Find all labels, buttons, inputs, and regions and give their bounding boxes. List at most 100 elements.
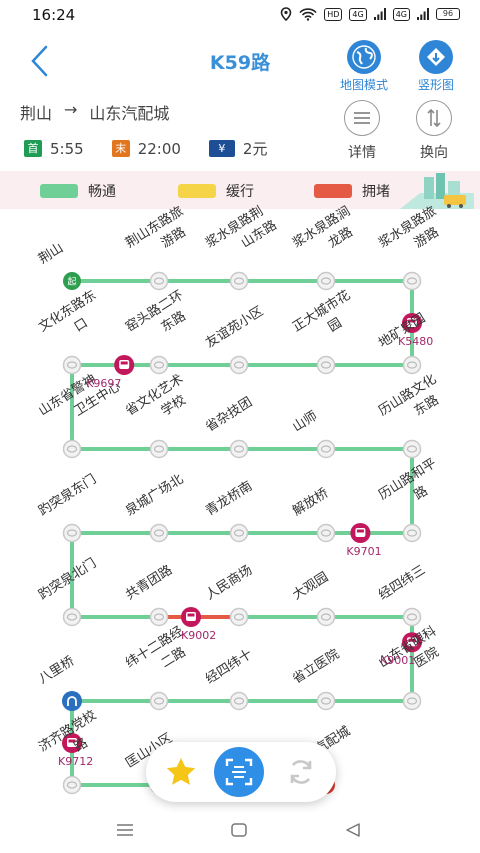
station-node[interactable] xyxy=(316,439,336,459)
station-dot-icon xyxy=(229,607,249,627)
reverse-label: 换向 xyxy=(420,145,448,161)
station-node[interactable] xyxy=(62,355,82,375)
station-node[interactable] xyxy=(149,523,169,543)
scan-icon xyxy=(225,758,253,786)
refresh-button[interactable] xyxy=(276,747,326,797)
station-dot-icon xyxy=(229,271,249,291)
bus-plate-label: K9701 xyxy=(346,545,382,558)
nav-back-button[interactable] xyxy=(344,822,362,842)
home-button[interactable] xyxy=(230,822,248,842)
station-node[interactable] xyxy=(402,523,422,543)
station-node[interactable] xyxy=(149,355,169,375)
station-dot-icon xyxy=(316,523,336,543)
back-button[interactable] xyxy=(28,44,56,78)
station-node[interactable] xyxy=(402,691,422,711)
station-dot-icon xyxy=(229,523,249,543)
bus-route-screen: 16:24 HD 4G 4G 96 K59路 地图模式 竖形图 荆山 → 山东汽… xyxy=(0,0,480,853)
legend-item-smooth: 畅通 xyxy=(40,181,116,201)
station-node[interactable] xyxy=(149,439,169,459)
signal-icon xyxy=(373,8,386,20)
floating-action-bar xyxy=(146,742,336,802)
station-dot-icon xyxy=(62,775,82,795)
reverse-direction-button[interactable]: 换向 xyxy=(408,100,460,162)
station-node[interactable] xyxy=(229,355,249,375)
station-node[interactable] xyxy=(402,439,422,459)
first-bus-time: 5:55 xyxy=(50,139,84,158)
bus-window-icon xyxy=(187,613,195,617)
bus-window-icon xyxy=(408,638,416,642)
bus-marker[interactable] xyxy=(181,607,201,627)
bus-marker[interactable] xyxy=(62,733,82,753)
route-direction: 荆山 → 山东汽配城 xyxy=(20,100,169,124)
station-dot-icon xyxy=(316,691,336,711)
bus-marker[interactable] xyxy=(402,632,422,653)
station-dot-icon xyxy=(316,355,336,375)
home-icon xyxy=(231,823,247,837)
station-dot-icon xyxy=(402,271,422,291)
favorite-button[interactable] xyxy=(156,747,206,797)
map-mode-label: 地图模式 xyxy=(339,78,388,92)
station-node[interactable] xyxy=(62,691,82,711)
station-dot-icon xyxy=(402,523,422,543)
bus-plate-label: K5480 xyxy=(398,335,434,348)
service-times: 首 5:55 末 22:00 ¥ 2元 xyxy=(24,138,295,159)
station-node[interactable] xyxy=(229,439,249,459)
bus-window-icon xyxy=(68,739,76,743)
city-illustration-icon xyxy=(400,173,474,209)
scan-button[interactable] xyxy=(214,747,264,797)
status-icons: HD 4G 4G 96 xyxy=(280,7,460,21)
station-node[interactable] xyxy=(149,271,169,291)
station-node[interactable] xyxy=(62,607,82,627)
legend-swatch-slow xyxy=(178,184,216,198)
fare-value: 2元 xyxy=(242,140,268,158)
station-node[interactable] xyxy=(316,607,336,627)
station-node[interactable] xyxy=(149,607,169,627)
route-station-map: 起 荆山 荆山东路旅 游路 浆水泉路荆 山东路 浆水泉路涧 龙路 浆水泉路旅 游路 地矿泉园 正大城… xyxy=(0,204,480,809)
last-bus-time: 22:00 xyxy=(137,139,181,158)
station-dot-icon xyxy=(149,691,169,711)
battery-icon: 96 xyxy=(436,8,460,20)
first-bus-badge: 首 xyxy=(24,140,42,157)
bus-plate-label: K9002 xyxy=(181,629,217,642)
station-dot-icon xyxy=(62,355,82,375)
bus-marker[interactable] xyxy=(114,355,135,375)
bus-window-icon xyxy=(356,529,364,533)
favorite-star-icon xyxy=(166,757,196,785)
station-node[interactable] xyxy=(229,607,249,627)
station-node[interactable] xyxy=(402,355,422,375)
status-time: 16:24 xyxy=(32,6,76,24)
refresh-icon xyxy=(290,760,312,784)
vertical-map-icon xyxy=(419,40,453,74)
fare-ticket-icon: ¥ xyxy=(208,140,235,157)
status-bar: 16:24 HD 4G 4G 96 xyxy=(0,0,480,30)
menu-button[interactable] xyxy=(116,822,134,842)
menu-icon xyxy=(117,824,133,836)
station-node[interactable] xyxy=(229,691,249,711)
direction-arrow: → xyxy=(64,100,78,119)
station-dot-icon xyxy=(316,607,336,627)
station-dot-icon xyxy=(149,271,169,291)
station-node[interactable] xyxy=(149,691,169,711)
station-node[interactable] xyxy=(402,607,422,627)
station-node[interactable] xyxy=(62,775,82,795)
station-node[interactable]: 起 xyxy=(63,272,81,290)
last-bus-badge: 末 xyxy=(111,140,130,157)
station-dot-icon xyxy=(149,607,169,627)
station-node[interactable] xyxy=(316,271,336,291)
station-node[interactable] xyxy=(316,523,336,543)
bus-marker[interactable] xyxy=(402,313,422,333)
station-node[interactable] xyxy=(62,439,82,459)
vertical-view-button[interactable]: 竖形图 xyxy=(404,40,468,93)
station-node[interactable] xyxy=(402,271,422,291)
station-dot-icon xyxy=(62,523,82,543)
station-node[interactable] xyxy=(229,271,249,291)
map-mode-button[interactable]: 地图模式 xyxy=(332,40,396,93)
station-node[interactable] xyxy=(229,523,249,543)
station-node[interactable] xyxy=(62,523,82,543)
station-dot-icon xyxy=(316,439,336,459)
station-dot-icon xyxy=(229,355,249,375)
station-node[interactable] xyxy=(316,691,336,711)
station-node[interactable] xyxy=(316,355,336,375)
bus-marker[interactable] xyxy=(350,523,371,543)
details-button[interactable]: 详情 xyxy=(336,100,388,162)
